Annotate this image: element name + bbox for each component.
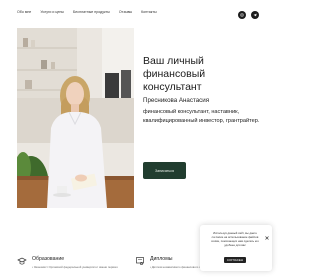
diploma-icon [136,257,144,266]
nav-link-reviews[interactable]: Отзывы [119,10,132,14]
signup-button[interactable]: Записаться [143,162,186,179]
feature-title: Образование [32,256,65,262]
social-links [238,11,259,19]
cookie-accept-button[interactable]: СОГЛАСЕН [224,257,246,263]
cookie-close-button[interactable] [265,228,269,240]
nav-link-about[interactable]: Обо мне [17,10,31,14]
cookie-text: Используя данный сайт, вы даете согласие… [211,231,259,247]
education-icon [17,257,27,265]
feature-text: • Экономист Орловской федеральной универ… [32,265,118,269]
close-icon [265,236,269,240]
nav-link-services[interactable]: Услуги и цены [40,10,64,14]
instagram-icon[interactable] [238,11,246,19]
hero-title: Ваш личный финансовый консультант [143,55,206,93]
consultant-bio: финансовый консультант, наставник, квали… [143,109,260,124]
nav-link-contacts[interactable]: Контакты [141,10,157,14]
telegram-icon[interactable] [251,11,259,19]
hero-photo [17,28,134,208]
consultant-name: Пресникова Анастасия [143,97,210,104]
nav-link-free-products[interactable]: Бесплатные продукты [73,10,110,14]
feature-education: Образование • Экономист Орловской федера… [17,256,118,269]
cookie-banner: Используя данный сайт, вы даете согласие… [200,225,272,271]
